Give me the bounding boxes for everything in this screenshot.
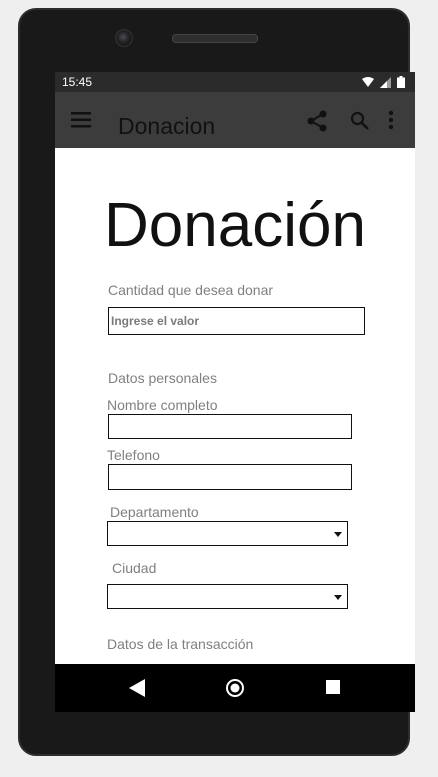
- phone-frame: 15:45 Donacion Donación Cantidad que des…: [18, 8, 415, 756]
- transaction-section-title: Datos de la transacción: [107, 636, 254, 652]
- department-select[interactable]: [107, 521, 348, 546]
- more-vert-icon[interactable]: [388, 110, 394, 130]
- amount-field: [108, 307, 365, 335]
- department-label: Departamento: [110, 504, 199, 520]
- battery-icon: [397, 76, 405, 88]
- share-icon[interactable]: [307, 110, 327, 132]
- city-select[interactable]: [107, 584, 348, 609]
- amount-input[interactable]: [109, 308, 364, 334]
- dropdown-arrow-icon: [334, 595, 342, 600]
- earpiece-speaker: [172, 34, 258, 43]
- name-field: [108, 414, 352, 439]
- camera-lens: [115, 29, 133, 47]
- status-bar: 15:45: [55, 72, 415, 92]
- status-time: 15:45: [62, 75, 93, 89]
- dropdown-arrow-icon: [334, 532, 342, 537]
- personal-data-section-title: Datos personales: [108, 370, 217, 386]
- phone-field: [108, 464, 352, 490]
- app-title: Donacion: [118, 113, 216, 139]
- phone-label: Telefono: [107, 447, 160, 463]
- back-icon[interactable]: [129, 679, 145, 697]
- signal-icon: [380, 76, 391, 88]
- menu-icon[interactable]: [71, 112, 91, 128]
- status-icons: [362, 76, 405, 88]
- wifi-icon: [362, 76, 374, 87]
- search-icon[interactable]: [350, 111, 370, 131]
- name-label: Nombre completo: [107, 397, 218, 413]
- name-input[interactable]: [109, 415, 351, 438]
- home-icon[interactable]: [225, 678, 245, 698]
- amount-label: Cantidad que desea donar: [108, 282, 274, 298]
- page-heading: Donación: [104, 191, 366, 260]
- phone-input[interactable]: [109, 465, 351, 489]
- screen: 15:45 Donacion Donación Cantidad que des…: [55, 72, 415, 712]
- recent-apps-icon[interactable]: [326, 680, 340, 694]
- navigation-bar: [55, 664, 415, 712]
- donation-form: Donación Cantidad que desea donar Datos …: [55, 148, 415, 664]
- app-bar: Donacion: [55, 92, 415, 148]
- city-label: Ciudad: [112, 560, 157, 576]
